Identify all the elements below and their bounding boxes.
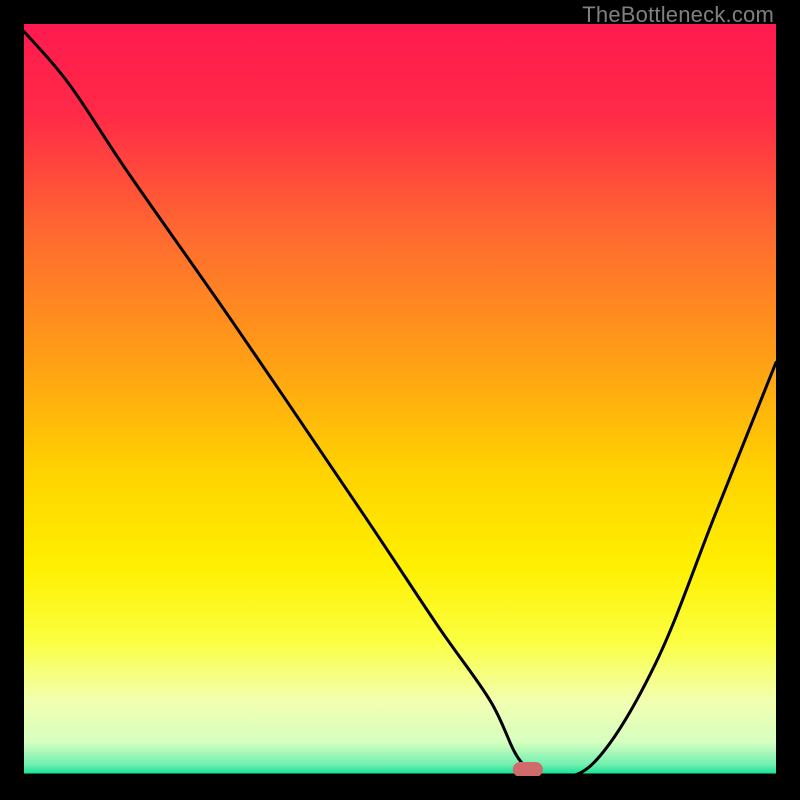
gradient-background <box>24 24 776 776</box>
chart-frame: TheBottleneck.com <box>0 0 800 800</box>
chart-canvas <box>24 24 776 776</box>
optimal-marker <box>513 762 543 776</box>
watermark-text: TheBottleneck.com <box>582 2 774 28</box>
plot-area <box>24 24 776 776</box>
